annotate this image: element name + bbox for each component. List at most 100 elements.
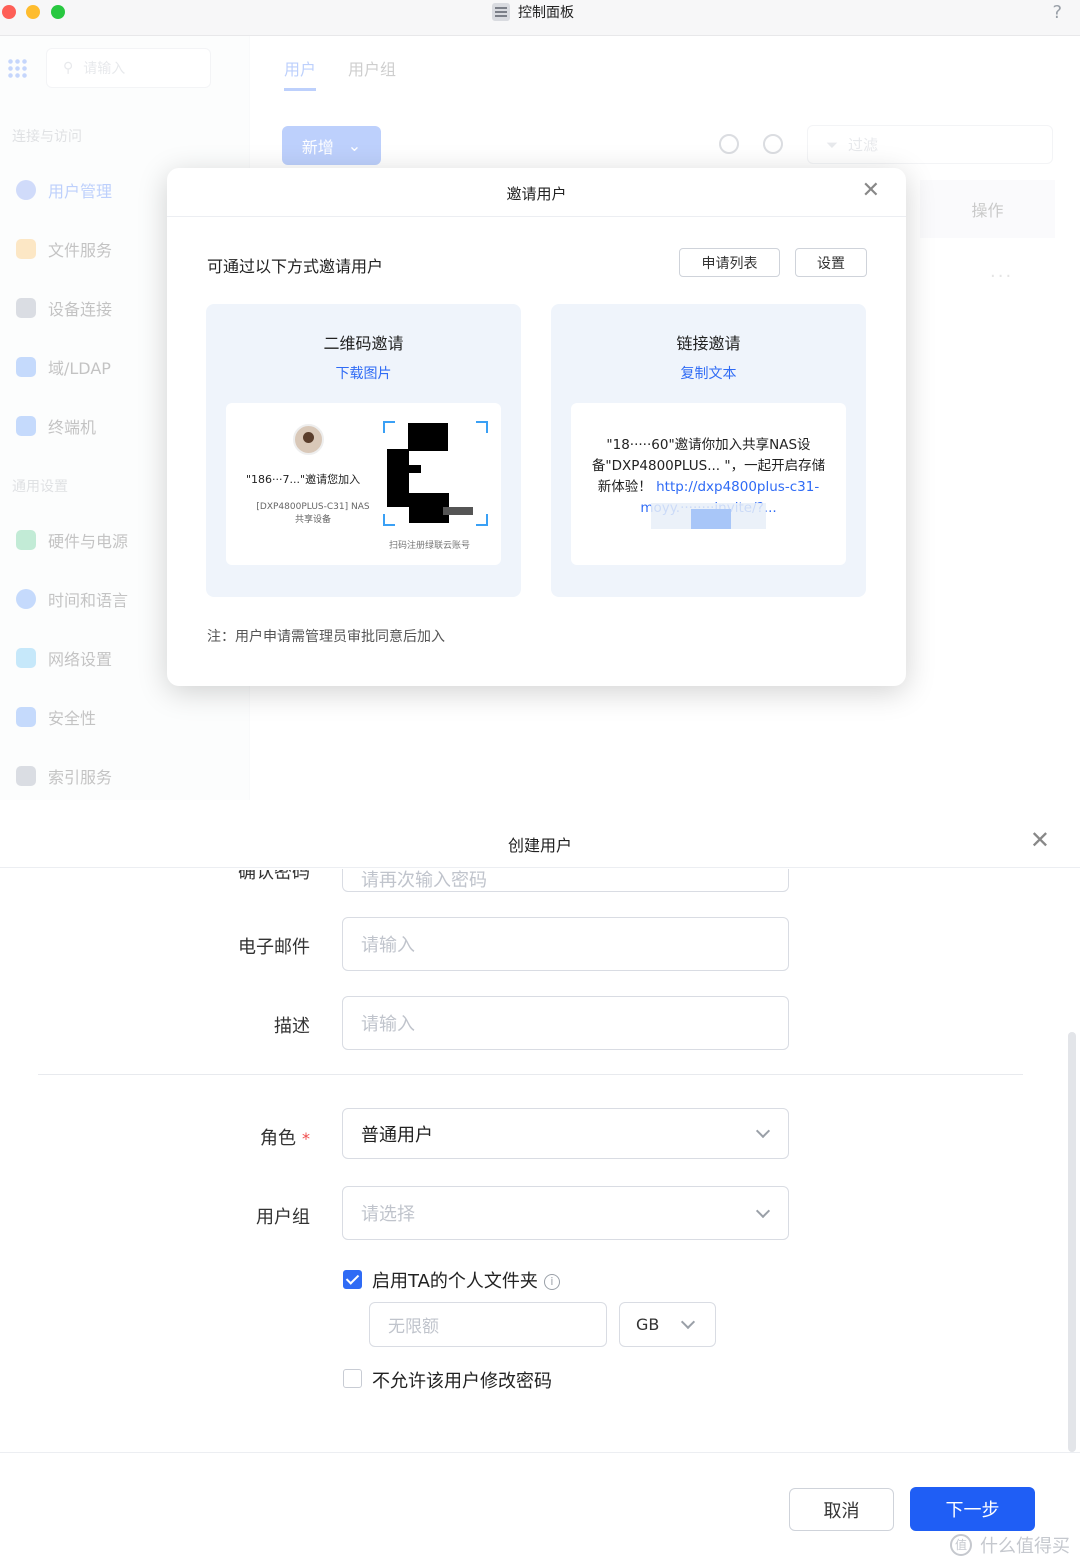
terminal-icon (16, 416, 36, 436)
qr-device-line: [DXP4800PLUS-C31] NAS (256, 502, 370, 512)
network-icon (16, 648, 36, 668)
email-label: 电子邮件 (238, 937, 310, 958)
chevron-down-icon (755, 1203, 771, 1219)
filter-input[interactable]: ⏷ 过滤 (807, 125, 1053, 164)
filter-icon: ⏷ (826, 135, 839, 154)
required-mark: * (302, 1129, 310, 1148)
qr-caption: 扫码注册绿联云账号 (389, 541, 471, 551)
description-field[interactable]: 请输入 (342, 996, 789, 1050)
qr-invite-line: "186···7..."邀请您加入 (246, 473, 361, 486)
sidebar-item-user-management[interactable]: 用户管理 (16, 178, 112, 202)
qr-code-icon (383, 421, 488, 526)
user-group-placeholder: 请选择 (361, 1204, 415, 1225)
tab-user-groups[interactable]: 用户组 (348, 56, 396, 91)
shield-filter-icon[interactable] (719, 134, 739, 154)
watermark-text: 什么值得买 (980, 1536, 1070, 1557)
invite-user-modal: 邀请用户 ✕ 可通过以下方式邀请用户 申请列表 设置 二维码邀请 下载图片 "1… (167, 168, 906, 686)
window-title: 控制面板 (518, 5, 574, 21)
sidebar-item-device-connection[interactable]: 设备连接 (16, 296, 112, 320)
avatar (293, 424, 324, 455)
email-placeholder: 请输入 (361, 935, 415, 956)
section-divider (38, 1074, 1023, 1075)
sidebar-item-label: 域/LDAP (48, 359, 111, 378)
sidebar-item-security[interactable]: 安全性 (16, 705, 96, 729)
folder-icon (16, 239, 36, 259)
link-invite-card: 链接邀请 复制文本 "18·····60"邀请你加入共享NAS设备"DXP480… (551, 304, 866, 597)
user-group-label: 用户组 (256, 1207, 310, 1228)
sidebar-section-general: 通用设置 (12, 479, 68, 495)
qr-card-title: 二维码邀请 (323, 334, 404, 353)
scrollbar[interactable] (1068, 1032, 1076, 1452)
control-panel-icon (492, 3, 510, 21)
main-tabs: 用户 用户组 (284, 56, 396, 91)
help-icon[interactable]: ? (1052, 2, 1062, 23)
quota-unit-select[interactable]: GB (619, 1302, 716, 1347)
invite-settings-button[interactable]: 设置 (795, 248, 867, 277)
close-icon[interactable]: ✕ (862, 178, 880, 203)
tab-users[interactable]: 用户 (284, 56, 317, 91)
invite-modal-header: 邀请用户 ✕ (167, 168, 906, 217)
filter-placeholder: 过滤 (848, 136, 879, 154)
sidebar-item-time-language[interactable]: 时间和语言 (16, 587, 128, 611)
sidebar-item-label: 终端机 (48, 418, 97, 437)
description-placeholder: 请输入 (361, 1014, 415, 1035)
close-window-button[interactable] (2, 5, 16, 19)
personal-folder-checkbox[interactable] (343, 1270, 362, 1289)
qr-device-line2: 共享设备 (294, 515, 331, 525)
apply-list-button[interactable]: 申请列表 (679, 248, 780, 277)
sidebar-item-hardware-power[interactable]: 硬件与电源 (16, 528, 128, 552)
sidebar-item-label: 索引服务 (48, 768, 113, 787)
index-icon (16, 766, 36, 786)
window-title-group: 控制面板 (492, 2, 574, 22)
role-select[interactable]: 普通用户 (342, 1108, 789, 1159)
no-change-password-label: 不允许该用户修改密码 (372, 1371, 552, 1392)
info-icon[interactable]: i (543, 1274, 560, 1290)
quota-input[interactable]: 无限额 (369, 1302, 607, 1347)
quota-unit-value: GB (636, 1315, 660, 1334)
link-preview: "18·····60"邀请你加入共享NAS设备"DXP4800PLUS... "… (571, 403, 846, 565)
watermark-logo-icon: 值 (950, 1534, 972, 1556)
zoom-window-button[interactable] (51, 5, 65, 19)
add-button[interactable]: 新增 ⌄ (282, 126, 381, 165)
sidebar-search-input[interactable]: ⚲ 请输入 (46, 48, 211, 88)
sidebar-item-index-service[interactable]: 索引服务 (16, 764, 112, 788)
search-icon: ⚲ (63, 60, 74, 76)
email-field[interactable]: 请输入 (342, 917, 789, 971)
more-icon[interactable]: ··· (990, 266, 1013, 287)
qr-preview: "186···7..."邀请您加入 [DXP4800PLUS-C31] NAS … (226, 403, 501, 565)
domain-icon (16, 357, 36, 377)
redaction-mask (691, 509, 731, 529)
add-button-label: 新增 (301, 137, 334, 157)
cancel-button-label: 取消 (823, 1500, 860, 1522)
create-user-dialog: 创建用户 ✕ 确认密码 请再次输入密码 电子邮件 请输入 描述 请输入 角色 * … (0, 814, 1080, 1567)
download-image-link[interactable]: 下载图片 (206, 363, 521, 383)
create-dialog-title: 创建用户 (507, 836, 572, 855)
title-bar: 控制面板 ? (0, 0, 1080, 36)
minimize-window-button[interactable] (26, 5, 40, 19)
chevron-down-icon (680, 1314, 696, 1330)
no-change-password-checkbox[interactable] (343, 1369, 362, 1388)
control-panel-window: 控制面板 ? ⚲ 请输入 连接与访问 用户管理 文件服务 设备连接 域/LDAP… (0, 0, 1080, 800)
next-step-button[interactable]: 下一步 (910, 1487, 1035, 1531)
invite-settings-label: 设置 (817, 255, 845, 272)
sidebar-item-label: 文件服务 (48, 241, 113, 260)
user-group-select[interactable]: 请选择 (342, 1186, 789, 1240)
sidebar-item-network[interactable]: 网络设置 (16, 646, 112, 670)
sidebar-item-domain-ldap[interactable]: 域/LDAP (16, 355, 111, 379)
invite-note: 注：用户申请需管理员审批同意后加入 (207, 629, 445, 645)
clock-icon (16, 589, 36, 609)
role-label: 角色 * (110, 1124, 310, 1150)
gear-icon[interactable] (763, 134, 783, 154)
user-icon (16, 180, 36, 200)
sidebar-item-terminal[interactable]: 终端机 (16, 414, 96, 438)
app-grid-icon[interactable] (7, 58, 27, 78)
close-icon[interactable]: ✕ (1030, 826, 1050, 854)
sidebar-item-file-service[interactable]: 文件服务 (16, 237, 112, 261)
operations-column-header: 操作 (920, 180, 1055, 238)
power-icon (16, 530, 36, 550)
qr-invite-card: 二维码邀请 下载图片 "186···7..."邀请您加入 [DXP4800PLU… (206, 304, 521, 597)
cancel-button[interactable]: 取消 (789, 1488, 894, 1531)
apply-list-label: 申请列表 (701, 255, 758, 272)
link-card-title: 链接邀请 (676, 334, 741, 353)
copy-text-link[interactable]: 复制文本 (551, 363, 866, 383)
